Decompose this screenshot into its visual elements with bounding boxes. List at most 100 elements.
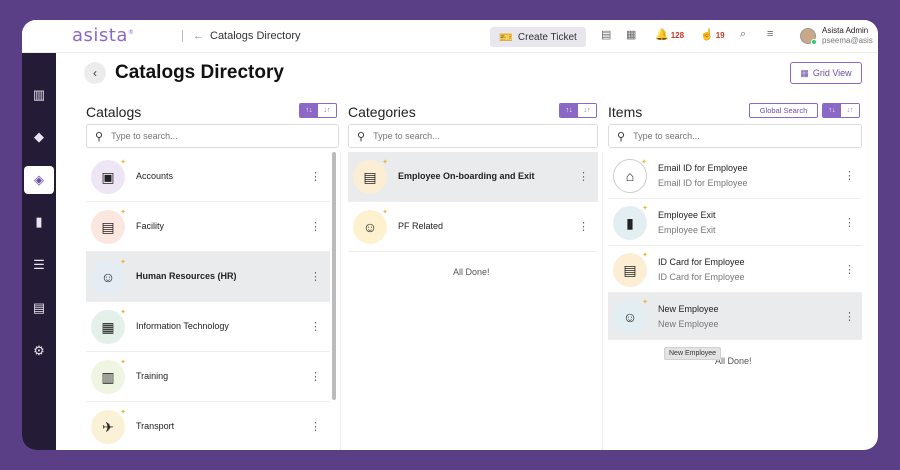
categories-search-input[interactable] (373, 131, 566, 141)
catalog-item[interactable]: ▦ ✦ Information Technology ⋮ (86, 302, 330, 352)
breadcrumb-label: Catalogs Directory (210, 30, 301, 42)
report-icon[interactable]: ▤ (22, 294, 56, 322)
more-options-icon[interactable]: ⋮ (310, 270, 321, 283)
menu-icon[interactable]: ≡ (767, 28, 773, 40)
user-email: pseema@asis (822, 36, 873, 45)
more-options-icon[interactable]: ⋮ (310, 370, 321, 383)
catalog-item[interactable]: ▣ ✦ Accounts ⋮ (86, 152, 330, 202)
more-options-icon[interactable]: ⋮ (844, 263, 855, 276)
thumb-glyph: ✈ (102, 418, 114, 435)
ticket-nav-icon[interactable]: ◆ (22, 123, 56, 151)
more-options-icon[interactable]: ⋮ (310, 220, 321, 233)
more-options-icon[interactable]: ⋮ (844, 169, 855, 182)
user-name[interactable]: Asista Admin (822, 26, 868, 35)
sparkle-icon: ✦ (642, 252, 648, 259)
grid-view-label: Grid View (812, 68, 852, 78)
category-item-label: Employee On-boarding and Exit (398, 171, 535, 181)
catalogs-search-input[interactable] (111, 131, 306, 141)
sort-asc-icon[interactable]: ↑↓ (823, 104, 841, 117)
hr-icon: ☺ ✦ (91, 259, 126, 294)
global-search-button[interactable]: Global Search (749, 103, 818, 118)
tickets-list-icon[interactable]: ▤ (601, 28, 611, 41)
categories-list: ▤ ✦ Employee On-boarding and Exit ⋮ ☺ ✦ PF Rel… (348, 152, 598, 252)
new-employee-icon: ☺ ✦ (613, 299, 648, 334)
search-icon[interactable]: ⌕ (740, 28, 746, 41)
item-title: ID Card for Employee (658, 256, 745, 267)
breadcrumb[interactable]: ← Catalogs Directory (182, 30, 300, 42)
catalog-item[interactable]: ▤ ✦ Facility ⋮ (86, 202, 330, 252)
document-icon[interactable]: ▦ (626, 28, 636, 41)
thumb-glyph: ☺ (362, 219, 378, 235)
settings-gear-icon[interactable]: ⚙ (22, 337, 56, 365)
create-ticket-button[interactable]: 🎫 Create Ticket (490, 27, 586, 47)
items-search-input[interactable] (633, 131, 829, 141)
pf-icon: ☺ ✦ (353, 209, 388, 244)
category-item-label: PF Related (398, 221, 444, 231)
category-item[interactable]: ▤ ✦ Employee On-boarding and Exit ⋮ (348, 152, 598, 202)
catalogs-search: ⚲ (86, 124, 339, 148)
chevron-left-icon: ‹ (93, 66, 97, 80)
create-ticket-label: Create Ticket (517, 31, 577, 43)
list-icon[interactable]: ☰ (22, 251, 56, 279)
sort-asc-icon[interactable]: ↑↓ (300, 104, 318, 117)
item-subtitle: Email ID for Employee (658, 177, 748, 188)
categories-sort-toggle: ↑↓ ↓↑ (559, 103, 597, 118)
catalog-tag-icon[interactable]: ◈ (24, 166, 54, 194)
catalog-item-label: Facility (136, 221, 165, 231)
catalogs-list: ▣ ✦ Accounts ⋮ ▤ ✦ Facility ⋮ ☺ ✦ Human Resources … (86, 152, 330, 450)
catalogs-scrollbar[interactable] (332, 152, 336, 400)
item-subtitle: ID Card for Employee (658, 271, 745, 282)
catalog-item-label: Accounts (136, 171, 174, 181)
sort-desc-icon[interactable]: ↓↑ (841, 104, 859, 117)
sparkle-icon: ✦ (120, 359, 126, 366)
more-options-icon[interactable]: ⋮ (578, 170, 589, 183)
catalog-request-item[interactable]: ▮ ✦ Employee Exit Employee Exit ⋮ (608, 199, 862, 246)
books-icon[interactable]: ▮ (22, 208, 56, 236)
catalog-item-label: Training (136, 371, 169, 381)
sort-desc-icon[interactable]: ↓↑ (318, 104, 336, 117)
more-options-icon[interactable]: ⋮ (844, 216, 855, 229)
category-item[interactable]: ☺ ✦ PF Related ⋮ (348, 202, 598, 252)
sparkle-icon: ✦ (120, 209, 126, 216)
item-subtitle: New Employee (658, 318, 719, 329)
catalog-request-item[interactable]: ☺ ✦ New Employee New Employee ⋮ (608, 293, 862, 340)
grid-view-button[interactable]: ▦ Grid View (790, 62, 862, 84)
app-frame: asista® ← Catalogs Directory 🎫 Create Tic… (22, 20, 878, 450)
more-options-icon[interactable]: ⋮ (310, 170, 321, 183)
more-options-icon[interactable]: ⋮ (310, 320, 321, 333)
catalog-item[interactable]: ✈ ✦ Transport ⋮ (86, 402, 330, 450)
sparkle-icon: ✦ (120, 259, 126, 266)
sort-desc-icon[interactable]: ↓↑ (578, 104, 596, 117)
grid-icon: ▦ (800, 67, 809, 78)
items-title: Items (608, 104, 643, 120)
item-subtitle: Employee Exit (658, 224, 716, 235)
catalog-item[interactable]: ▥ ✦ Training ⋮ (86, 352, 330, 402)
exit-door-icon: ▮ ✦ (613, 205, 648, 240)
sparkle-icon: ✦ (382, 159, 388, 166)
thumb-glyph: ▤ (363, 168, 377, 185)
item-title: New Employee (658, 303, 719, 314)
catalog-request-item[interactable]: ▤ ✦ ID Card for Employee ID Card for Employ… (608, 246, 862, 293)
more-options-icon[interactable]: ⋮ (844, 310, 855, 323)
catalogs-title: Catalogs (86, 104, 142, 120)
bell-icon[interactable]: 🔔 128 (655, 28, 684, 41)
hand-pointer-icon[interactable]: ☝ 19 (700, 28, 725, 41)
catalogs-sort-toggle: ↑↓ ↓↑ (299, 103, 337, 118)
sparkle-icon: ✦ (642, 299, 648, 306)
back-button[interactable]: ‹ (84, 62, 106, 84)
catalog-item-label: Human Resources (HR) (136, 271, 237, 281)
sort-asc-icon[interactable]: ↑↓ (560, 104, 578, 117)
catalog-request-item[interactable]: ⌂ ✦ Email ID for Employee Email ID for Empl… (608, 152, 862, 199)
more-options-icon[interactable]: ⋮ (310, 420, 321, 433)
catalog-item[interactable]: ☺ ✦ Human Resources (HR) ⋮ (86, 252, 330, 302)
back-arrow-icon[interactable]: ← (193, 30, 204, 42)
thumb-glyph: ☺ (622, 309, 638, 325)
analytics-icon[interactable]: ▥ (22, 81, 56, 109)
app-logo[interactable]: asista® (72, 25, 134, 46)
catalog-item-label: Information Technology (136, 321, 229, 331)
more-options-icon[interactable]: ⋮ (578, 220, 589, 233)
it-icon: ▦ ✦ (91, 309, 126, 344)
tag-icon: ⌂ ✦ (613, 159, 647, 193)
sparkle-icon: ✦ (120, 159, 126, 166)
search-icon: ⚲ (357, 130, 366, 143)
